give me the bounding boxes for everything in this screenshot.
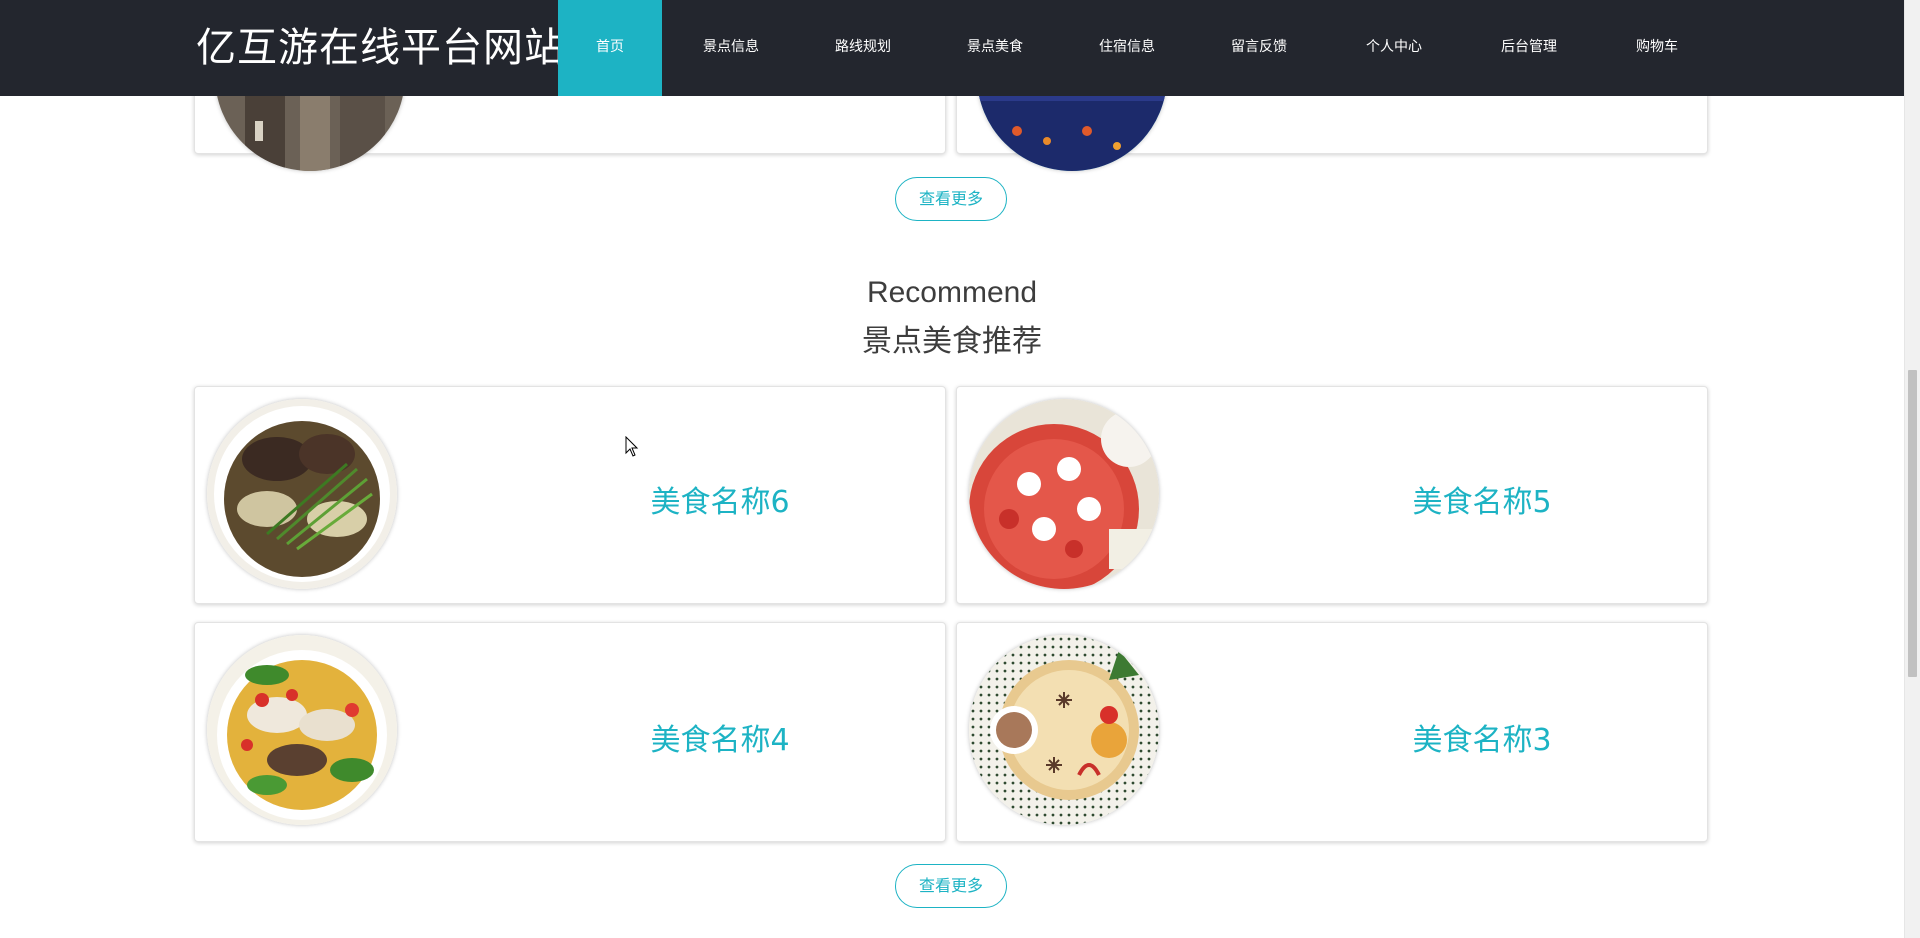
food-card[interactable]: 美食名称4 — [194, 622, 946, 842]
page-viewport: 查看更多 Recommend 景点美食推荐 美食名称6 美食名称5 美食名称4 … — [0, 0, 1904, 938]
food-image-mushroom-soup — [207, 635, 397, 825]
mouse-cursor-icon — [625, 436, 639, 457]
nav-item-routes[interactable]: 路线规划 — [800, 0, 926, 96]
page-scrollbar[interactable] — [1904, 0, 1920, 938]
main-nav: 首页 景点信息 路线规划 景点美食 住宿信息 留言反馈 个人中心 后台管理 购物… — [558, 0, 1716, 96]
food-card[interactable]: 美食名称6 — [194, 386, 946, 604]
nav-item-attractions[interactable]: 景点信息 — [662, 0, 800, 96]
food-card[interactable]: 美食名称5 — [956, 386, 1708, 604]
food-name[interactable]: 美食名称3 — [1257, 715, 1707, 759]
attractions-more-button[interactable]: 查看更多 — [895, 177, 1007, 221]
food-more-button[interactable]: 查看更多 — [895, 864, 1007, 908]
scrollbar-thumb[interactable] — [1908, 370, 1917, 677]
nav-item-cart[interactable]: 购物车 — [1598, 0, 1716, 96]
nav-item-admin[interactable]: 后台管理 — [1460, 0, 1598, 96]
food-card[interactable]: 美食名称3 — [956, 622, 1708, 842]
nav-item-feedback[interactable]: 留言反馈 — [1190, 0, 1328, 96]
site-title[interactable]: 亿互游在线平台网站 — [196, 20, 565, 76]
food-name[interactable]: 美食名称4 — [495, 715, 945, 759]
food-name[interactable]: 美食名称5 — [1257, 477, 1707, 521]
section-heading-cn: 景点美食推荐 — [862, 324, 1042, 359]
food-image-braised-beef-noodles — [207, 399, 397, 589]
food-image-strawberry-cake — [969, 399, 1159, 589]
nav-item-food[interactable]: 景点美食 — [926, 0, 1064, 96]
nav-item-profile[interactable]: 个人中心 — [1328, 0, 1460, 96]
food-image-snowflake-dessert-plate — [969, 635, 1159, 825]
food-name[interactable]: 美食名称6 — [495, 477, 945, 521]
site-header: 亿互游在线平台网站 首页 景点信息 路线规划 景点美食 住宿信息 留言反馈 个人… — [0, 0, 1904, 96]
nav-item-lodging[interactable]: 住宿信息 — [1064, 0, 1190, 96]
nav-item-home[interactable]: 首页 — [558, 0, 662, 96]
section-heading-en: Recommend — [866, 276, 1038, 309]
